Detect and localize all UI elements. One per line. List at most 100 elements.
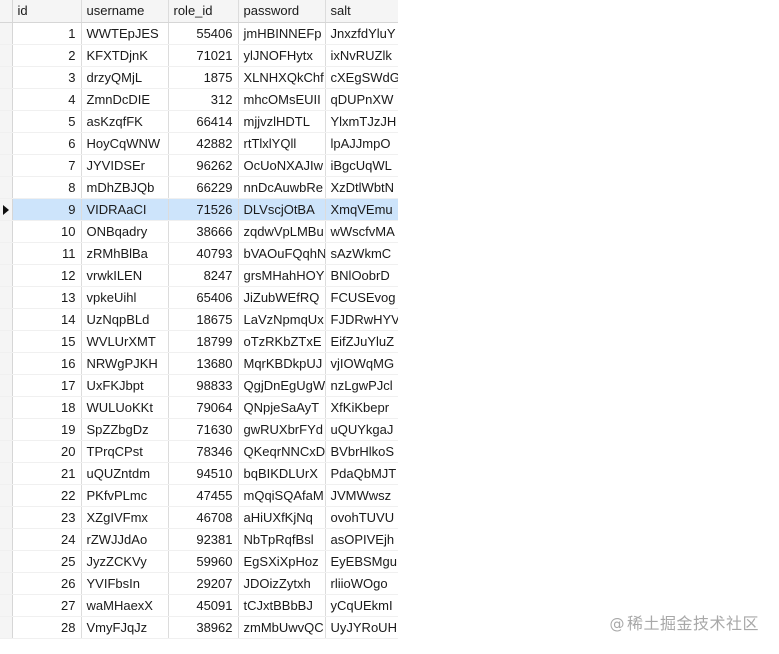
cell-id[interactable]: 27 — [12, 594, 82, 617]
row-marker[interactable] — [0, 220, 13, 243]
cell-password[interactable]: JiZubWEfRQ — [238, 286, 326, 309]
table-row[interactable]: 26 YVIFbsIn 29207 JDOizZytxh rliioWOgo — [0, 572, 398, 595]
cell-id[interactable]: 15 — [12, 330, 82, 353]
cell-salt[interactable]: YlxmTJzJH — [325, 110, 398, 133]
cell-id[interactable]: 12 — [12, 264, 82, 287]
cell-username[interactable]: ZmnDcDIE — [81, 88, 169, 111]
table-row[interactable]: 15 WVLUrXMT 18799 oTzRKbZTxE EifZJuYluZ — [0, 330, 398, 353]
table-row[interactable]: 8 mDhZBJQb 66229 nnDcAuwbRe XzDtlWbtN — [0, 176, 398, 199]
cell-username[interactable]: HoyCqWNW — [81, 132, 169, 155]
cell-id[interactable]: 24 — [12, 528, 82, 551]
table-row[interactable]: 10 ONBqadry 38666 zqdwVpLMBu wWscfvMA — [0, 220, 398, 243]
cell-password[interactable]: zqdwVpLMBu — [238, 220, 326, 243]
cell-id[interactable]: 18 — [12, 396, 82, 419]
table-row[interactable]: 24 rZWJJdAo 92381 NbTpRqfBsl asOPIVEjh — [0, 528, 398, 551]
table-row[interactable]: 21 uQUZntdm 94510 bqBIKDLUrX PdaQbMJT — [0, 462, 398, 485]
row-marker[interactable] — [0, 198, 13, 221]
cell-password[interactable]: QgjDnEgUgW — [238, 374, 326, 397]
cell-salt[interactable]: UyJYRoUH — [325, 616, 398, 639]
cell-salt[interactable]: asOPIVEjh — [325, 528, 398, 551]
cell-salt[interactable]: cXEgSWdG — [325, 66, 398, 89]
cell-username[interactable]: mDhZBJQb — [81, 176, 169, 199]
cell-id[interactable]: 22 — [12, 484, 82, 507]
row-marker[interactable] — [0, 440, 13, 463]
row-marker[interactable] — [0, 528, 13, 551]
table-row[interactable]: 6 HoyCqWNW 42882 rtTlxlYQll lpAJJmpO — [0, 132, 398, 155]
table-row[interactable]: 11 zRMhBlBa 40793 bVAOuFQqhN sAzWkmC — [0, 242, 398, 265]
cell-salt[interactable]: EyEBSMgu — [325, 550, 398, 573]
row-marker[interactable] — [0, 176, 13, 199]
cell-role-id[interactable]: 94510 — [168, 462, 239, 485]
row-marker[interactable] — [0, 154, 13, 177]
column-header-id[interactable]: id — [12, 0, 82, 23]
cell-salt[interactable]: EifZJuYluZ — [325, 330, 398, 353]
cell-role-id[interactable]: 13680 — [168, 352, 239, 375]
cell-username[interactable]: NRWgPJKH — [81, 352, 169, 375]
row-marker[interactable] — [0, 462, 13, 485]
cell-username[interactable]: JYVIDSEr — [81, 154, 169, 177]
cell-username[interactable]: JyzZCKVy — [81, 550, 169, 573]
cell-password[interactable]: bVAOuFQqhN — [238, 242, 326, 265]
table-row[interactable]: 19 SpZZbgDz 71630 gwRUXbrFYd uQUYkgaJ — [0, 418, 398, 441]
cell-id[interactable]: 8 — [12, 176, 82, 199]
cell-role-id[interactable]: 42882 — [168, 132, 239, 155]
cell-salt[interactable]: sAzWkmC — [325, 242, 398, 265]
cell-password[interactable]: OcUoNXAJIw — [238, 154, 326, 177]
cell-password[interactable]: jmHBINNEFp — [238, 22, 326, 45]
cell-password[interactable]: JDOizZytxh — [238, 572, 326, 595]
table-row[interactable]: 12 vrwkILEN 8247 grsMHahHOY BNlOobrD — [0, 264, 398, 287]
cell-role-id[interactable]: 45091 — [168, 594, 239, 617]
row-marker[interactable] — [0, 418, 13, 441]
table-row[interactable]: 9 VIDRAaCI 71526 DLVscjOtBA XmqVEmu — [0, 198, 398, 221]
cell-username[interactable]: YVIFbsIn — [81, 572, 169, 595]
row-marker[interactable] — [0, 550, 13, 573]
table-row[interactable]: 4 ZmnDcDIE 312 mhcOMsEUII qDUPnXW — [0, 88, 398, 111]
table-row[interactable]: 25 JyzZCKVy 59960 EgSXiXpHoz EyEBSMgu — [0, 550, 398, 573]
cell-username[interactable]: rZWJJdAo — [81, 528, 169, 551]
cell-username[interactable]: WULUoKKt — [81, 396, 169, 419]
table-row[interactable]: 20 TPrqCPst 78346 QKeqrNNCxD BVbrHlkoS — [0, 440, 398, 463]
cell-id[interactable]: 1 — [12, 22, 82, 45]
cell-username[interactable]: UxFKJbpt — [81, 374, 169, 397]
cell-password[interactable]: oTzRKbZTxE — [238, 330, 326, 353]
cell-id[interactable]: 16 — [12, 352, 82, 375]
row-marker[interactable] — [0, 374, 13, 397]
cell-password[interactable]: nnDcAuwbRe — [238, 176, 326, 199]
cell-role-id[interactable]: 38962 — [168, 616, 239, 639]
cell-id[interactable]: 6 — [12, 132, 82, 155]
cell-password[interactable]: QKeqrNNCxD — [238, 440, 326, 463]
cell-salt[interactable]: FJDRwHYV — [325, 308, 398, 331]
cell-salt[interactable]: XmqVEmu — [325, 198, 398, 221]
row-marker[interactable] — [0, 44, 13, 67]
cell-username[interactable]: zRMhBlBa — [81, 242, 169, 265]
cell-password[interactable]: grsMHahHOY — [238, 264, 326, 287]
table-row[interactable]: 17 UxFKJbpt 98833 QgjDnEgUgW nzLgwPJcl — [0, 374, 398, 397]
row-marker[interactable] — [0, 594, 13, 617]
row-marker[interactable] — [0, 506, 13, 529]
cell-password[interactable]: EgSXiXpHoz — [238, 550, 326, 573]
table-row[interactable]: 16 NRWgPJKH 13680 MqrKBDkpUJ vjIOWqMG — [0, 352, 398, 375]
cell-salt[interactable]: yCqUEkmI — [325, 594, 398, 617]
cell-role-id[interactable]: 98833 — [168, 374, 239, 397]
cell-salt[interactable]: qDUPnXW — [325, 88, 398, 111]
cell-salt[interactable]: XfKiKbepr — [325, 396, 398, 419]
data-grid[interactable]: id username role_id password salt 1 WWTEp… — [0, 0, 398, 640]
cell-salt[interactable]: iBgcUqWL — [325, 154, 398, 177]
cell-salt[interactable]: JnxzfdYluY — [325, 22, 398, 45]
cell-salt[interactable]: lpAJJmpO — [325, 132, 398, 155]
table-row[interactable]: 5 asKzqfFK 66414 mjjvzlHDTL YlxmTJzJH — [0, 110, 398, 133]
cell-username[interactable]: VIDRAaCI — [81, 198, 169, 221]
cell-id[interactable]: 23 — [12, 506, 82, 529]
cell-id[interactable]: 4 — [12, 88, 82, 111]
row-marker[interactable] — [0, 308, 13, 331]
cell-username[interactable]: KFXTDjnK — [81, 44, 169, 67]
row-marker[interactable] — [0, 22, 13, 45]
cell-username[interactable]: TPrqCPst — [81, 440, 169, 463]
cell-role-id[interactable]: 40793 — [168, 242, 239, 265]
cell-salt[interactable]: wWscfvMA — [325, 220, 398, 243]
cell-password[interactable]: MqrKBDkpUJ — [238, 352, 326, 375]
cell-id[interactable]: 26 — [12, 572, 82, 595]
cell-id[interactable]: 19 — [12, 418, 82, 441]
cell-salt[interactable]: BNlOobrD — [325, 264, 398, 287]
row-marker[interactable] — [0, 88, 13, 111]
